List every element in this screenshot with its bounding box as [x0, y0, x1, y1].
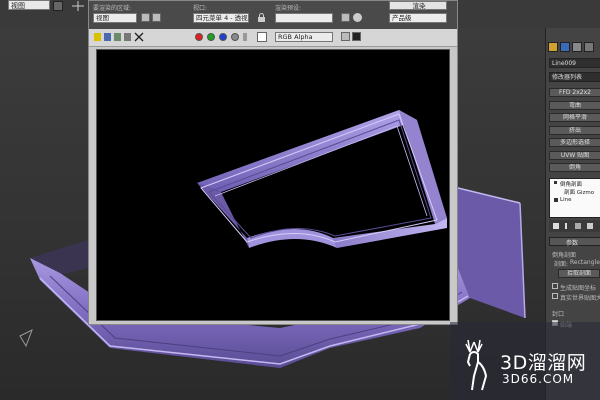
- product-level-dropdown[interactable]: 产品级: [389, 13, 447, 23]
- profile-value: Rectangle: [570, 259, 600, 266]
- params-title: 参数: [566, 240, 579, 247]
- render-window-settings-bar: 要渲染的区域: 视图 视口: 四元菜单 4 - 透视 渲染预设: 渲染 产品级: [89, 1, 457, 29]
- clear-icon[interactable]: [134, 32, 144, 42]
- alpha-channel-icon[interactable]: [231, 33, 239, 41]
- preset-dropdown[interactable]: [275, 13, 333, 23]
- watermark: 3D溜溜网 3D66.COM: [450, 322, 600, 400]
- area-label: 要渲染的区域:: [93, 5, 132, 12]
- cap-label: 封口: [552, 311, 565, 318]
- hierarchy-tab-icon[interactable]: [572, 42, 582, 52]
- modifier-button-bevel[interactable]: 倒角: [549, 163, 600, 172]
- pick-profile-button[interactable]: 拾取剖面: [558, 269, 600, 278]
- color-swatch[interactable]: [257, 32, 267, 42]
- gear-icon[interactable]: [353, 13, 362, 22]
- show-end-result-icon[interactable]: [565, 223, 567, 229]
- render-output-canvas: [96, 49, 450, 321]
- channel-dropdown[interactable]: RGB Alpha: [275, 32, 333, 42]
- display-mode-icon[interactable]: [352, 32, 361, 41]
- toggle-ui-icon[interactable]: [341, 32, 350, 41]
- make-unique-icon[interactable]: [575, 223, 581, 229]
- red-channel-icon[interactable]: [195, 33, 203, 41]
- dropdown-arrow-icon[interactable]: [53, 1, 63, 11]
- real-world-checkbox[interactable]: [552, 293, 558, 299]
- render-button[interactable]: 渲染: [389, 1, 447, 10]
- mono-icon[interactable]: [243, 33, 247, 41]
- modifier-stack[interactable]: 倒角剖面 剖面 Gizmo Line: [549, 178, 600, 218]
- rendered-frame-shape: [197, 110, 447, 248]
- create-tab-icon[interactable]: [548, 42, 558, 52]
- viewport-label: 视口:: [193, 5, 208, 12]
- watermark-site: 3D66.COM: [502, 372, 575, 386]
- motion-tab-icon[interactable]: [584, 42, 594, 52]
- move-gizmo-icon[interactable]: [70, 0, 86, 12]
- modify-tab-icon[interactable]: [560, 42, 570, 52]
- save-image-icon[interactable]: [94, 33, 101, 41]
- stack-tools-bar: [549, 220, 600, 232]
- stack-bullet-icon: [554, 198, 558, 202]
- render-window-display-bar: RGB Alpha: [89, 29, 457, 47]
- render-frame-window[interactable]: 要渲染的区域: 视图 视口: 四元菜单 4 - 透视 渲染预设: 渲染 产品级: [88, 0, 458, 325]
- viewport-dropdown[interactable]: 四元菜单 4 - 透视: [193, 13, 249, 23]
- pin-stack-icon[interactable]: [553, 223, 559, 229]
- stack-item-line[interactable]: Line: [560, 197, 571, 203]
- auto-region-icon[interactable]: [152, 13, 161, 22]
- watermark-brand: 3D溜溜网: [500, 352, 587, 374]
- view-dropdown[interactable]: 视图: [8, 0, 50, 10]
- stack-item-bevel-profile[interactable]: 倒角剖面: [560, 180, 582, 188]
- modifier-list-dropdown[interactable]: 修改器列表: [549, 72, 600, 82]
- modifier-button-bend[interactable]: 弯曲: [549, 101, 600, 110]
- bevel-profile-group-label: 倒角剖面: [552, 252, 577, 259]
- axis-tripod-icon: [19, 328, 33, 348]
- gen-mapping-label: 生成贴图坐标: [560, 285, 597, 292]
- modifier-button-polyselect[interactable]: 多边形选择: [549, 138, 600, 147]
- blue-channel-icon[interactable]: [219, 33, 227, 41]
- modifier-button-extrude[interactable]: 挤出: [549, 126, 600, 135]
- gen-mapping-checkbox[interactable]: [552, 283, 558, 289]
- remove-modifier-icon[interactable]: [587, 223, 593, 229]
- modifier-button-meshsmooth[interactable]: 网格平滑: [549, 113, 600, 122]
- print-icon[interactable]: [124, 33, 131, 41]
- params-rollout-header[interactable]: 参数: [549, 237, 600, 247]
- real-world-label: 真实世界贴图大小: [560, 295, 600, 302]
- preset-label: 渲染预设:: [275, 5, 302, 12]
- modifier-button-uvw[interactable]: UVW 贴图: [549, 151, 600, 160]
- object-name-field[interactable]: Line009: [549, 58, 600, 68]
- copy-image-icon[interactable]: [104, 33, 111, 41]
- edit-region-icon[interactable]: [141, 13, 150, 22]
- stack-item-gizmo[interactable]: 剖面 Gizmo: [564, 188, 594, 196]
- profile-label: 剖面:: [554, 261, 569, 268]
- green-channel-icon[interactable]: [207, 33, 215, 41]
- deer-logo-icon: [465, 339, 488, 391]
- modifier-button-ffd[interactable]: FFD 2x2x2: [549, 88, 600, 97]
- stack-bullet-icon: [554, 181, 557, 184]
- area-dropdown[interactable]: 视图: [93, 13, 137, 23]
- lock-icon[interactable]: [257, 13, 266, 23]
- render-setup-icon[interactable]: [341, 13, 350, 22]
- clone-frame-icon[interactable]: [114, 33, 121, 41]
